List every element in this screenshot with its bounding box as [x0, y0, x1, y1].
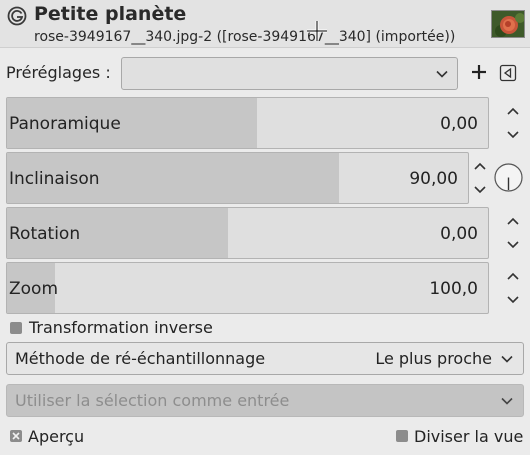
zoom-label: Zoom — [9, 279, 59, 299]
chevron-down-icon — [436, 70, 448, 78]
resampling-value: Le plus proche — [375, 349, 492, 368]
resampling-label: Méthode de ré-échantillonnage — [15, 349, 266, 368]
split-view-label: Diviser la vue — [414, 427, 524, 446]
tilt-spinner[interactable] — [472, 152, 488, 204]
add-preset-button[interactable] — [470, 63, 488, 81]
zoom-value: 100,0 — [429, 279, 478, 299]
use-selection-dropdown: Utiliser la sélection comme entrée — [6, 384, 524, 417]
zoom-spinner[interactable] — [505, 262, 521, 314]
chevron-down-icon — [501, 397, 513, 405]
use-selection-label: Utiliser la sélection comme entrée — [15, 391, 290, 410]
rotation-spinner[interactable] — [505, 207, 521, 259]
pan-value: 0,00 — [440, 114, 478, 134]
inverse-transform-checkbox[interactable] — [10, 322, 22, 334]
preview-label: Aperçu — [28, 427, 85, 446]
presets-label: Préréglages : — [6, 63, 111, 82]
resampling-dropdown[interactable]: Méthode de ré-échantillonnage Le plus pr… — [6, 342, 524, 375]
dialog-title: Petite planète — [34, 3, 187, 25]
preview-checkbox[interactable] — [10, 430, 22, 442]
tilt-dial-icon[interactable] — [494, 163, 523, 192]
zoom-slider[interactable]: Zoom 100,0 — [6, 262, 489, 314]
tilt-slider[interactable]: Inclinaison 90,00 — [6, 152, 469, 204]
rotation-label: Rotation — [9, 224, 81, 244]
image-thumbnail — [491, 10, 525, 38]
chevron-down-icon — [501, 355, 513, 363]
inverse-transform-label: Transformation inverse — [29, 318, 213, 337]
tilt-label: Inclinaison — [9, 169, 100, 189]
pan-slider[interactable]: Panoramique 0,00 — [6, 97, 489, 149]
rotation-slider[interactable]: Rotation 0,00 — [6, 207, 489, 259]
presets-menu-button[interactable] — [499, 64, 517, 82]
split-view-checkbox[interactable] — [396, 430, 408, 442]
gimp-logo-icon — [7, 6, 27, 26]
pan-label: Panoramique — [9, 114, 121, 134]
image-subtitle: rose-3949167__340.jpg-2 ([rose-3949167__… — [34, 29, 456, 45]
pan-spinner[interactable] — [505, 97, 521, 149]
dialog-header: Petite planète rose-3949167__340.jpg-2 (… — [0, 0, 530, 48]
rotation-value: 0,00 — [440, 224, 478, 244]
crosshair-cursor-icon — [307, 21, 327, 41]
presets-dropdown[interactable] — [121, 57, 458, 90]
tilt-value: 90,00 — [409, 169, 458, 189]
